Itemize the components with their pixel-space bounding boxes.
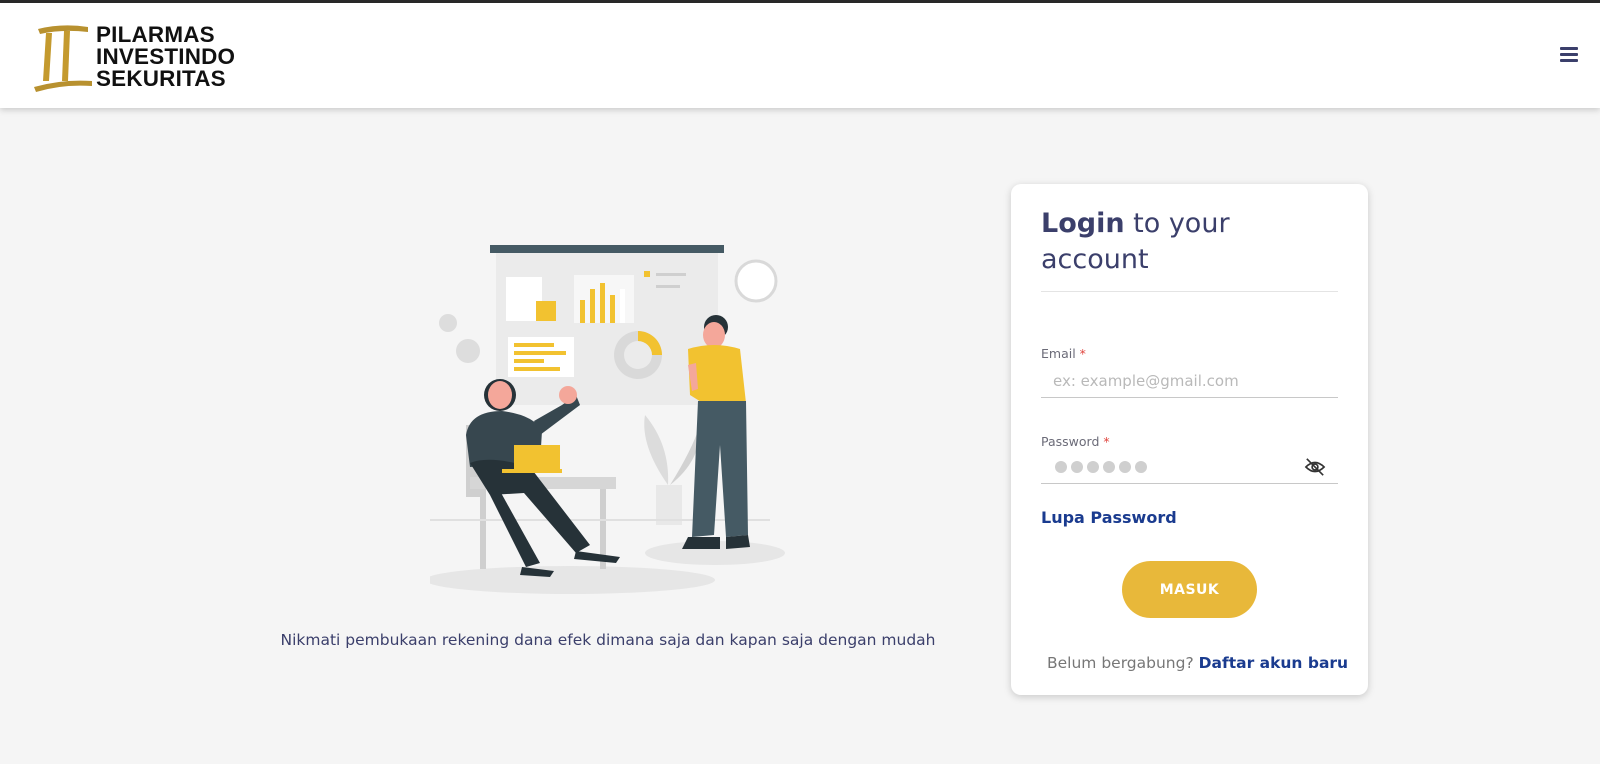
password-masked-value bbox=[1055, 461, 1147, 473]
password-label-text: Password bbox=[1041, 434, 1100, 449]
site-header: PILARMAS INVESTINDO SEKURITAS bbox=[0, 3, 1600, 108]
email-input[interactable] bbox=[1041, 364, 1338, 398]
brand-logo[interactable]: PILARMAS INVESTINDO SEKURITAS bbox=[32, 21, 236, 93]
email-label-text: Email bbox=[1041, 346, 1076, 361]
login-submit-button[interactable]: MASUK bbox=[1122, 561, 1257, 618]
hero-tagline: Nikmati pembukaan rekening dana efek dim… bbox=[280, 631, 936, 649]
brand-line-1: PILARMAS bbox=[96, 22, 215, 47]
brand-line-3: SEKURITAS bbox=[96, 66, 226, 91]
signup-link[interactable]: Daftar akun baru bbox=[1199, 654, 1348, 672]
brand-line-2: INVESTINDO bbox=[96, 44, 236, 69]
hamburger-menu-icon[interactable] bbox=[1560, 47, 1578, 63]
password-required-mark: * bbox=[1103, 434, 1110, 449]
password-label: Password * bbox=[1041, 434, 1110, 449]
signup-prompt-text: Belum bergabung? bbox=[1047, 654, 1194, 672]
login-title-bold: Login bbox=[1041, 208, 1125, 239]
forgot-password-link[interactable]: Lupa Password bbox=[1041, 508, 1177, 527]
email-label: Email * bbox=[1041, 346, 1086, 361]
title-divider bbox=[1041, 291, 1338, 292]
brand-name: PILARMAS INVESTINDO SEKURITAS bbox=[96, 22, 236, 91]
email-required-mark: * bbox=[1079, 346, 1086, 361]
login-card: Login to your account Email * Password *… bbox=[1011, 184, 1368, 695]
eye-off-icon[interactable] bbox=[1304, 457, 1326, 477]
pillar-logo-icon bbox=[34, 25, 92, 92]
onboarding-illustration bbox=[430, 245, 785, 594]
login-title: Login to your account bbox=[1041, 206, 1341, 278]
signup-prompt: Belum bergabung? Daftar akun baru bbox=[1047, 654, 1348, 672]
